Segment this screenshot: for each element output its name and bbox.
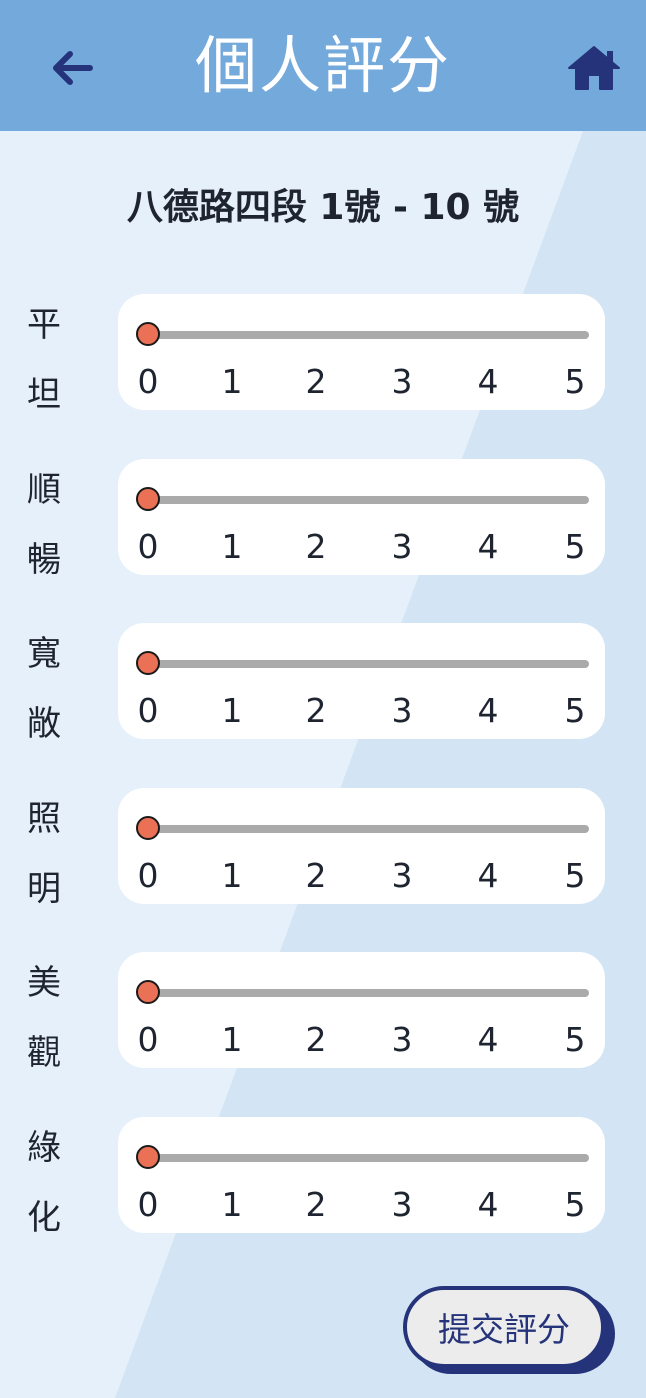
criterion-label-top: 綠 xyxy=(27,1128,61,1168)
criterion-label-top: 美 xyxy=(27,963,61,1003)
slider-track[interactable] xyxy=(148,825,589,833)
scale-tick-label: 2 xyxy=(305,691,327,730)
arrow-left-icon xyxy=(53,51,93,85)
rating-slider-card xyxy=(118,952,605,1068)
scale-tick-label: 0 xyxy=(137,1020,159,1059)
rating-row: 寬敞 0 1 2 3 4 5 xyxy=(0,623,646,744)
slider-thumb[interactable] xyxy=(136,487,160,511)
scale-tick-label: 5 xyxy=(564,856,586,895)
home-icon xyxy=(568,46,620,90)
scale-tick-label: 3 xyxy=(391,1020,413,1059)
slider-thumb[interactable] xyxy=(136,816,160,840)
scale-tick-label: 3 xyxy=(391,856,413,895)
slider-thumb[interactable] xyxy=(136,322,160,346)
scale-tick-label: 3 xyxy=(391,1185,413,1224)
scale-tick-label: 5 xyxy=(564,362,586,401)
scale-tick-label: 5 xyxy=(564,1185,586,1224)
criterion-label: 順暢 xyxy=(24,455,64,595)
scale-tick-label: 1 xyxy=(221,1185,243,1224)
scale-tick-label: 4 xyxy=(477,527,499,566)
scale-tick-label: 4 xyxy=(477,856,499,895)
criterion-label-top: 平 xyxy=(27,305,61,345)
scale-tick-label: 1 xyxy=(221,691,243,730)
scale-tick-label: 0 xyxy=(137,1185,159,1224)
rating-slider-card xyxy=(118,294,605,410)
scale-tick-label: 1 xyxy=(221,856,243,895)
rating-row: 綠化 0 1 2 3 4 5 xyxy=(0,1117,646,1238)
scale-tick-label: 1 xyxy=(221,362,243,401)
scale-tick-label: 3 xyxy=(391,362,413,401)
rating-row: 平坦 0 1 2 3 4 5 xyxy=(0,294,646,415)
scale-tick-label: 5 xyxy=(564,1020,586,1059)
scale-tick-label: 4 xyxy=(477,691,499,730)
criterion-label: 美觀 xyxy=(24,948,64,1088)
scale-tick-label: 5 xyxy=(564,527,586,566)
location-subtitle: 八德路四段 1號 - 10 號 xyxy=(126,187,520,228)
criterion-label-bottom: 化 xyxy=(27,1198,61,1238)
scale-tick-label: 3 xyxy=(391,691,413,730)
slider-track[interactable] xyxy=(148,496,589,504)
scale-tick-label: 4 xyxy=(477,362,499,401)
scale-tick-label: 0 xyxy=(137,527,159,566)
scale-tick-label: 2 xyxy=(305,1020,327,1059)
criterion-label: 寬敞 xyxy=(24,619,64,759)
rating-slider-card xyxy=(118,1117,605,1233)
scale-tick-label: 1 xyxy=(221,1020,243,1059)
slider-track[interactable] xyxy=(148,331,589,339)
rating-slider-card xyxy=(118,623,605,739)
rating-slider-card xyxy=(118,788,605,904)
rating-row: 美觀 0 1 2 3 4 5 xyxy=(0,952,646,1073)
submit-rating-button[interactable]: 提交評分 xyxy=(403,1286,605,1368)
home-button[interactable] xyxy=(562,36,626,100)
rating-slider-card xyxy=(118,459,605,575)
back-button[interactable] xyxy=(40,36,104,100)
criterion-label: 照明 xyxy=(24,784,64,924)
criterion-label-bottom: 明 xyxy=(27,869,61,909)
slider-track[interactable] xyxy=(148,660,589,668)
criterion-label-bottom: 暢 xyxy=(27,540,61,580)
criterion-label: 平坦 xyxy=(24,290,64,430)
slider-thumb[interactable] xyxy=(136,1145,160,1169)
slider-thumb[interactable] xyxy=(136,980,160,1004)
scale-tick-label: 0 xyxy=(137,856,159,895)
scale-tick-label: 2 xyxy=(305,527,327,566)
scale-tick-label: 0 xyxy=(137,362,159,401)
criterion-label-top: 順 xyxy=(27,470,61,510)
scale-tick-label: 2 xyxy=(305,856,327,895)
criterion-label-top: 照 xyxy=(27,799,61,839)
criterion-label-bottom: 敞 xyxy=(27,704,61,744)
scale-tick-label: 1 xyxy=(221,527,243,566)
scale-tick-label: 2 xyxy=(305,1185,327,1224)
scale-tick-label: 4 xyxy=(477,1185,499,1224)
criterion-label-top: 寬 xyxy=(27,634,61,674)
header-bar: 個人評分 xyxy=(0,0,646,131)
scale-tick-label: 4 xyxy=(477,1020,499,1059)
scale-tick-label: 0 xyxy=(137,691,159,730)
slider-track[interactable] xyxy=(148,989,589,997)
scale-tick-label: 5 xyxy=(564,691,586,730)
scale-tick-label: 3 xyxy=(391,527,413,566)
slider-thumb[interactable] xyxy=(136,651,160,675)
rating-row: 順暢 0 1 2 3 4 5 xyxy=(0,459,646,580)
criterion-label-bottom: 坦 xyxy=(27,375,61,415)
criterion-label-bottom: 觀 xyxy=(27,1033,61,1073)
slider-track[interactable] xyxy=(148,1154,589,1162)
criterion-label: 綠化 xyxy=(24,1113,64,1253)
rating-row: 照明 0 1 2 3 4 5 xyxy=(0,788,646,909)
scale-tick-label: 2 xyxy=(305,362,327,401)
